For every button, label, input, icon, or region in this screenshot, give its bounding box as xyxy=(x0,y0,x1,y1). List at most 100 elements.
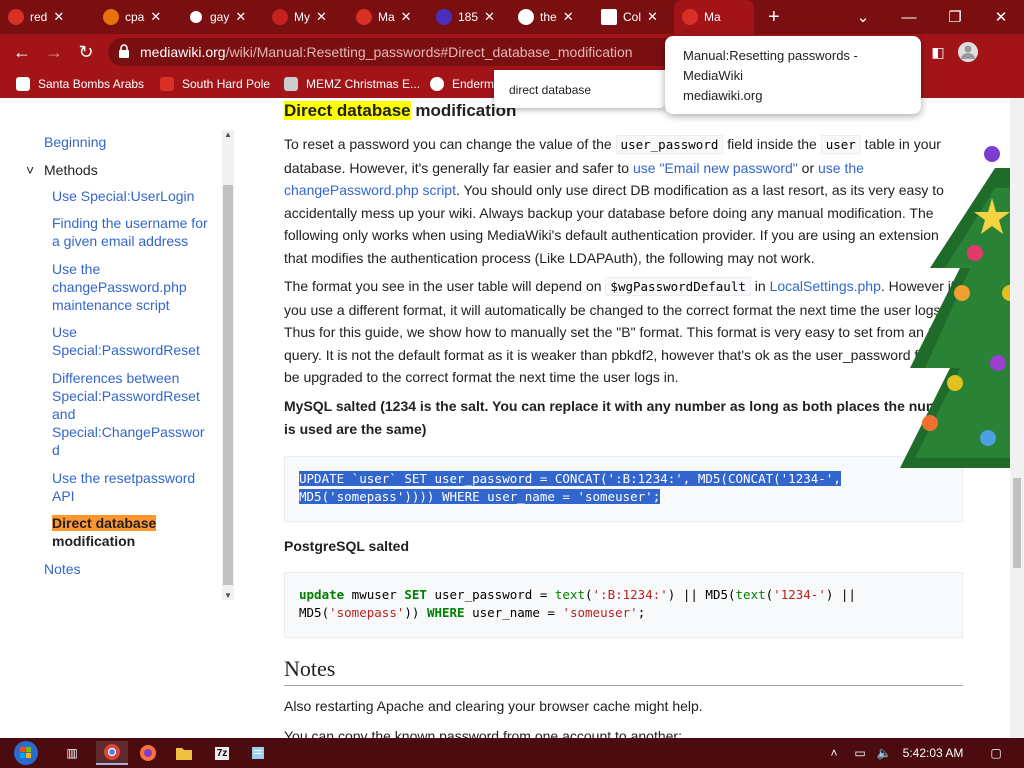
minimize-icon[interactable]: — xyxy=(886,0,932,34)
network-icon[interactable]: ▭ xyxy=(848,741,872,765)
side-panel-icon[interactable]: ◧ xyxy=(926,40,950,64)
page-scrollbar-thumb[interactable] xyxy=(1013,478,1021,568)
tab-6[interactable]: 185 ✕ xyxy=(436,0,495,34)
text: or xyxy=(797,159,819,176)
find-in-page-bar[interactable]: direct database xyxy=(494,70,666,108)
text: The format you see in the user table wil… xyxy=(284,278,606,294)
toc-item-resetpassword-api[interactable]: Use the resetpassword API xyxy=(52,469,195,505)
toc-item-methods[interactable]: Methods xyxy=(44,161,98,179)
toc-toggle-chevron-icon[interactable]: ˅ xyxy=(26,161,34,179)
close-icon[interactable]: ✕ xyxy=(401,9,412,25)
restore-icon[interactable]: ❐ xyxy=(932,0,978,34)
toc-line: changePassword.php xyxy=(52,279,187,295)
toc-line: d xyxy=(52,442,60,458)
start-orb-icon[interactable] xyxy=(8,741,44,765)
notes-heading: Notes xyxy=(284,657,963,686)
toc-item-beginning[interactable]: Beginning xyxy=(44,133,106,151)
toc-line: Special:PasswordReset xyxy=(52,342,200,358)
bookmark-icon xyxy=(16,77,30,91)
toc-item-changepassword-script[interactable]: Use the changePassword.php maintenance s… xyxy=(52,260,187,314)
bookmark-label: Enderm xyxy=(452,77,495,91)
notepad-icon[interactable] xyxy=(242,741,274,765)
bookmark-icon xyxy=(160,77,174,91)
close-icon[interactable]: ✕ xyxy=(484,9,495,25)
reload-icon[interactable]: ↻ xyxy=(74,40,98,64)
tab-title: gay xyxy=(210,10,230,24)
volume-icon[interactable]: 🔈 xyxy=(872,741,896,765)
forward-arrow-icon[interactable]: → xyxy=(42,40,66,64)
toc-line: Use the resetpassword xyxy=(52,470,196,486)
localsettings-link[interactable]: LocalSettings.php xyxy=(770,278,881,294)
close-icon[interactable]: ✕ xyxy=(647,9,658,25)
scroll-down-arrow-icon[interactable]: ▼ xyxy=(222,591,234,600)
toc-line: Special:ChangePasswor xyxy=(52,424,205,440)
postgresql-code-block[interactable]: update mwuser SET user_password = text('… xyxy=(284,572,963,638)
7zip-icon[interactable]: 7z xyxy=(206,741,238,765)
close-icon[interactable]: ✕ xyxy=(150,9,161,25)
tab-favicon-icon xyxy=(103,9,119,25)
show-hidden-icons-chevron-icon[interactable]: ˄ xyxy=(822,741,846,765)
hover-card-title: MediaWiki xyxy=(683,68,743,83)
bookmark-label: South Hard Pole xyxy=(182,77,271,91)
bookmark-memz-christmas[interactable]: MEMZ Christmas E... xyxy=(284,76,420,92)
close-icon[interactable]: ✕ xyxy=(316,9,327,25)
tab-7[interactable]: the ✕ xyxy=(518,0,574,34)
toc-scrollbar[interactable]: ▲ ▼ xyxy=(222,130,234,600)
code-line-selected: MD5('somepass')))) WHERE user_name = 'so… xyxy=(299,489,661,504)
close-icon[interactable]: ✕ xyxy=(53,9,64,25)
action-center-icon[interactable]: ▢ xyxy=(982,741,1010,765)
toc-item-direct-database-current[interactable]: Direct database modification xyxy=(52,514,157,550)
chrome-taskbar-icon[interactable] xyxy=(96,741,128,765)
page-scrollbar[interactable] xyxy=(1010,98,1024,738)
scroll-up-arrow-icon[interactable]: ▲ xyxy=(222,130,234,139)
file-explorer-icon[interactable] xyxy=(168,741,200,765)
toc-line: a given email address xyxy=(52,233,189,249)
notes-paragraph-1: Also restarting Apache and clearing your… xyxy=(284,698,703,714)
christmas-tree-overlay xyxy=(900,146,1024,468)
close-icon[interactable]: ✕ xyxy=(235,9,246,25)
mysql-code-block[interactable]: UPDATE `user` SET user_password = CONCAT… xyxy=(284,456,963,522)
firefox-taskbar-icon[interactable] xyxy=(132,741,164,765)
bookmark-icon xyxy=(284,77,298,91)
tab-search-chevron-icon[interactable]: ⌄ xyxy=(840,0,886,34)
profile-avatar-icon[interactable] xyxy=(956,40,980,64)
postgresql-label: PostgreSQL salted xyxy=(284,538,410,554)
clock-time: 5:42:03 AM xyxy=(902,746,964,760)
tab-favicon-icon xyxy=(272,9,288,25)
tab-5[interactable]: Ma ✕ xyxy=(356,0,412,34)
toc-line: Differences between xyxy=(52,370,180,386)
close-window-icon[interactable]: ✕ xyxy=(978,0,1024,34)
bookmark-enderm[interactable]: Enderm xyxy=(430,76,494,92)
hover-card-title: Manual:Resetting passwords - xyxy=(683,48,858,63)
task-view-icon[interactable]: ▥ xyxy=(56,741,88,765)
tab-9-active[interactable]: Ma xyxy=(674,0,754,34)
tab-3[interactable]: gay ✕ xyxy=(188,0,246,34)
new-tab-button[interactable]: + xyxy=(768,0,780,34)
back-arrow-icon[interactable]: ← xyxy=(10,40,34,64)
tab-favicon-icon xyxy=(601,9,617,25)
tab-1[interactable]: red ✕ xyxy=(8,0,64,34)
toc-line: API xyxy=(52,488,75,504)
tab-strip: red ✕ cpa ✕ gay ✕ My ✕ Ma ✕ 185 ✕ the ✕ … xyxy=(0,0,1024,34)
bookmark-santa-bombs-arabs[interactable]: Santa Bombs Arabs xyxy=(16,76,144,92)
code-line: MD5('somepass')) WHERE user_name = 'some… xyxy=(299,605,646,620)
email-new-password-link[interactable]: use "Email new password" xyxy=(633,160,798,176)
windows-taskbar: ▥ 7z ˄ ▭ 🔈 5:42:03 AM ▢ xyxy=(0,738,1024,768)
toc-scrollbar-thumb[interactable] xyxy=(223,185,233,585)
tab-4[interactable]: My ✕ xyxy=(272,0,327,34)
close-icon[interactable]: ✕ xyxy=(563,9,574,25)
toc-item-notes[interactable]: Notes xyxy=(44,560,81,578)
tab-hover-card: Manual:Resetting passwords - MediaWiki m… xyxy=(665,36,921,114)
tab-8[interactable]: Col ✕ xyxy=(601,0,658,34)
section-heading: Direct database modification xyxy=(284,100,516,123)
toc-item-finding-username[interactable]: Finding the username for a given email a… xyxy=(52,214,208,250)
table-of-contents: Beginning ˅ Methods Use Special:UserLogi… xyxy=(0,98,222,598)
toc-item-differences[interactable]: Differences between Special:PasswordRese… xyxy=(52,369,205,459)
find-input[interactable]: direct database xyxy=(509,83,591,97)
system-clock[interactable]: 5:42:03 AM xyxy=(900,741,966,765)
bookmark-south-hard-pole[interactable]: South Hard Pole xyxy=(160,76,270,92)
toc-item-use-special-userlogin[interactable]: Use Special:UserLogin xyxy=(52,187,194,205)
tab-2[interactable]: cpa ✕ xyxy=(103,0,161,34)
text: field inside the xyxy=(723,136,821,152)
toc-item-passwordreset[interactable]: Use Special:PasswordReset xyxy=(52,323,200,359)
